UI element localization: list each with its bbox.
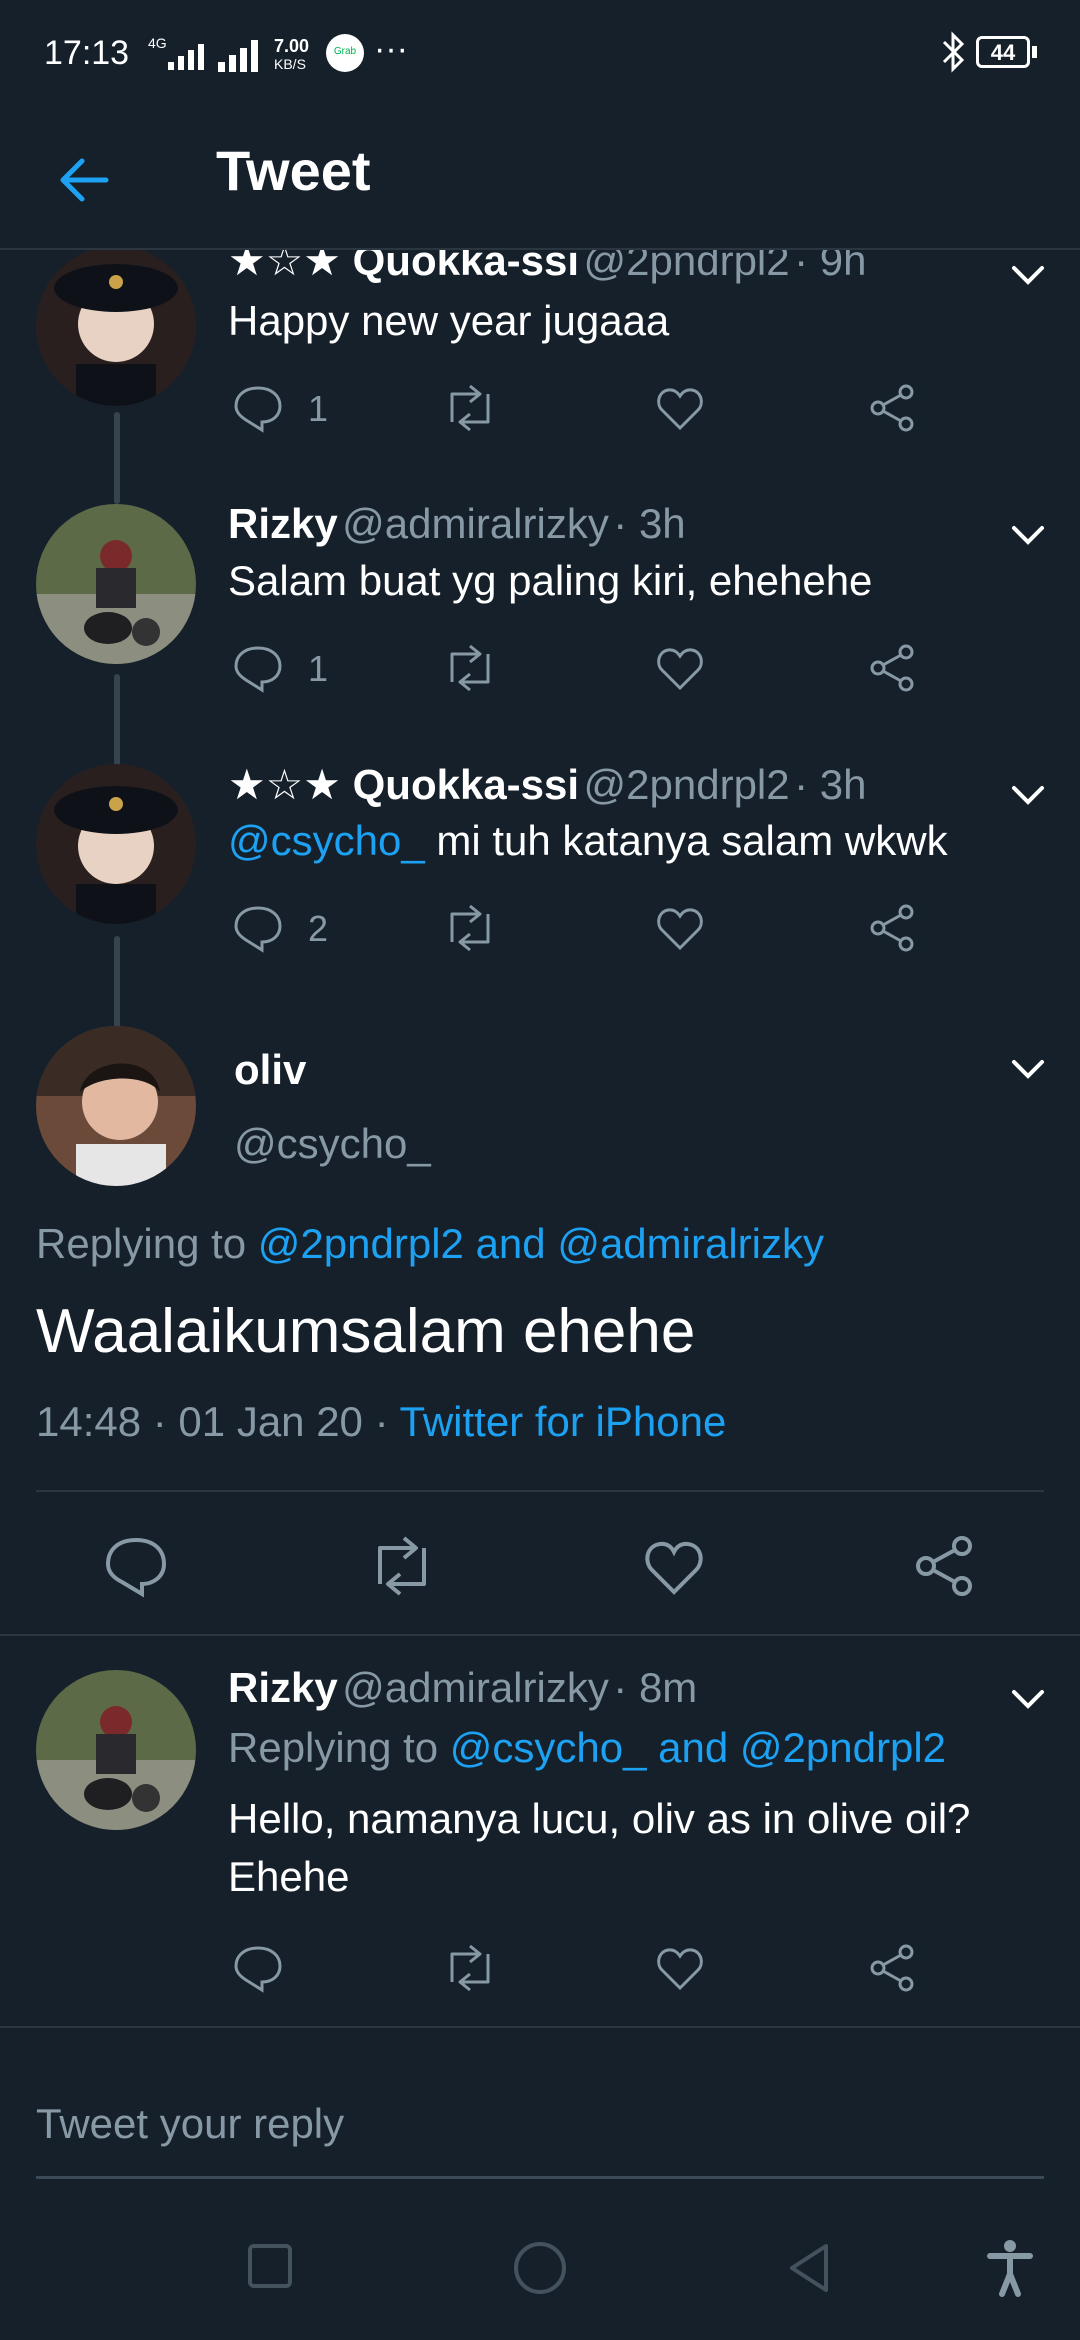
like-icon[interactable]	[654, 382, 706, 434]
retweet-icon[interactable]	[368, 1534, 436, 1598]
chevron-down-icon[interactable]	[1008, 516, 1048, 556]
author-handle[interactable]: @2pndrpl2	[584, 761, 790, 808]
speed-value: 7.00	[274, 36, 310, 56]
tweet-time: · 8m	[613, 1664, 698, 1711]
author-handle[interactable]: @admiralrizky	[342, 500, 609, 547]
reply-input[interactable]: Tweet your reply	[36, 2100, 344, 2148]
back-triangle-icon[interactable]	[786, 2240, 834, 2296]
tweet-header: Tweet	[0, 110, 1080, 250]
tweet-text-line-1: Hello, namanya lucu, oliv as in olive oi…	[228, 1795, 971, 1842]
author-name[interactable]: Rizky	[228, 500, 338, 547]
timestamp: 14:48 · 01 Jan 20 ·	[36, 1398, 400, 1445]
signal-icon: 4G	[148, 36, 204, 70]
reply-icon[interactable]	[232, 642, 284, 694]
reply-icon[interactable]	[232, 1942, 284, 1994]
system-nav-bar	[0, 2190, 1080, 2340]
share-icon[interactable]	[866, 642, 918, 694]
retweet-icon[interactable]	[442, 902, 498, 954]
battery-level: 44	[990, 40, 1016, 65]
signal-icon-2	[218, 40, 258, 72]
tweet-text: Happy new year jugaaa	[228, 297, 670, 344]
avatar[interactable]	[36, 1026, 196, 1186]
tweet-time: · 3h	[613, 500, 686, 547]
divider	[0, 1634, 1080, 1636]
reply-icon[interactable]	[232, 382, 284, 434]
tweet-actions: 1	[0, 640, 1080, 700]
author-name[interactable]: oliv	[234, 1046, 306, 1094]
author-handle[interactable]: @admiralrizky	[342, 1664, 609, 1711]
like-icon[interactable]	[654, 1942, 706, 1994]
reply-count: 2	[308, 908, 329, 949]
back-arrow-icon[interactable]	[54, 150, 114, 210]
status-bar: 17:13 4G 7.00 KB/S Grab ··· 44	[0, 0, 1080, 110]
speed-unit: KB/S	[274, 56, 306, 72]
author-name[interactable]: ★☆★ Quokka-ssi	[228, 250, 579, 284]
mention-link[interactable]: @csycho_	[228, 817, 425, 864]
retweet-icon[interactable]	[442, 382, 498, 434]
battery-tip	[1032, 46, 1037, 58]
more-status: ···	[374, 30, 408, 68]
replying-to: Replying to @2pndrpl2 and @admiralrizky	[36, 1220, 824, 1268]
avatar[interactable]	[36, 1670, 196, 1830]
tweet-text: Salam buat yg paling kiri, ehehehe	[228, 557, 873, 604]
focus-tweet: oliv @csycho_ Replying to @2pndrpl2 and …	[0, 1020, 1080, 1630]
tweet-time: · 3h	[794, 761, 867, 808]
replying-targets[interactable]: @2pndrpl2 and @admiralrizky	[258, 1220, 824, 1267]
tweet-body: mi tuh katanya salam wkwk	[424, 817, 948, 864]
author-name[interactable]: ★☆★ Quokka-ssi	[228, 761, 579, 808]
tweet-actions: 1	[0, 380, 1080, 440]
replying-prefix: Replying to	[36, 1220, 258, 1267]
reply-count: 1	[308, 648, 329, 689]
like-icon[interactable]	[654, 902, 706, 954]
chevron-down-icon[interactable]	[1008, 256, 1048, 296]
reply-count: 1	[308, 388, 329, 429]
tweet-text-line-2: Ehehe	[228, 1853, 350, 1900]
accessibility-icon[interactable]	[986, 2238, 1034, 2298]
share-icon[interactable]	[866, 1942, 918, 1994]
status-time: 17:13	[44, 34, 130, 72]
grab-badge: Grab	[326, 34, 364, 72]
like-icon[interactable]	[654, 642, 706, 694]
page-title: Tweet	[216, 139, 371, 202]
replying-prefix: Replying to	[228, 1724, 450, 1771]
chevron-down-icon[interactable]	[1008, 776, 1048, 816]
reply-icon[interactable]	[232, 902, 284, 954]
retweet-icon[interactable]	[442, 1942, 498, 1994]
replying-to: Replying to @csycho_ and @2pndrpl2	[228, 1724, 946, 1772]
divider	[36, 1490, 1044, 1492]
share-icon[interactable]	[912, 1534, 976, 1598]
author-handle[interactable]: @2pndrpl2	[584, 250, 790, 284]
author-name[interactable]: Rizky	[228, 1664, 338, 1711]
bluetooth-icon	[942, 31, 965, 73]
chevron-down-icon[interactable]	[1008, 1680, 1048, 1720]
replying-targets[interactable]: @csycho_ and @2pndrpl2	[450, 1724, 946, 1771]
like-icon[interactable]	[642, 1534, 706, 1598]
tweet-actions	[0, 1940, 1080, 2000]
author-handle[interactable]: @csycho_	[234, 1120, 431, 1168]
battery-icon: 44	[976, 36, 1030, 68]
chevron-down-icon[interactable]	[1008, 1050, 1048, 1090]
network-label: 4G	[148, 36, 167, 51]
retweet-icon[interactable]	[442, 642, 498, 694]
reply-composer[interactable]: Tweet your reply	[0, 2058, 1080, 2179]
share-icon[interactable]	[866, 382, 918, 434]
home-square-icon[interactable]	[246, 2242, 294, 2290]
tweet-time: · 9h	[794, 250, 867, 284]
tweet-text: @csycho_ mi tuh katanya salam wkwk	[228, 812, 948, 870]
focus-tweet-text: Waalaikumsalam ehehe	[36, 1297, 696, 1366]
share-icon[interactable]	[866, 902, 918, 954]
divider	[0, 2026, 1080, 2028]
tweet-timestamp: 14:48 · 01 Jan 20 · Twitter for iPhone	[36, 1398, 726, 1446]
reply-icon[interactable]	[104, 1534, 168, 1598]
circle-home-icon[interactable]	[512, 2240, 568, 2296]
input-underline	[36, 2176, 1044, 2179]
tweet-actions: 2	[0, 900, 1080, 960]
tweet-source[interactable]: Twitter for iPhone	[399, 1398, 726, 1445]
